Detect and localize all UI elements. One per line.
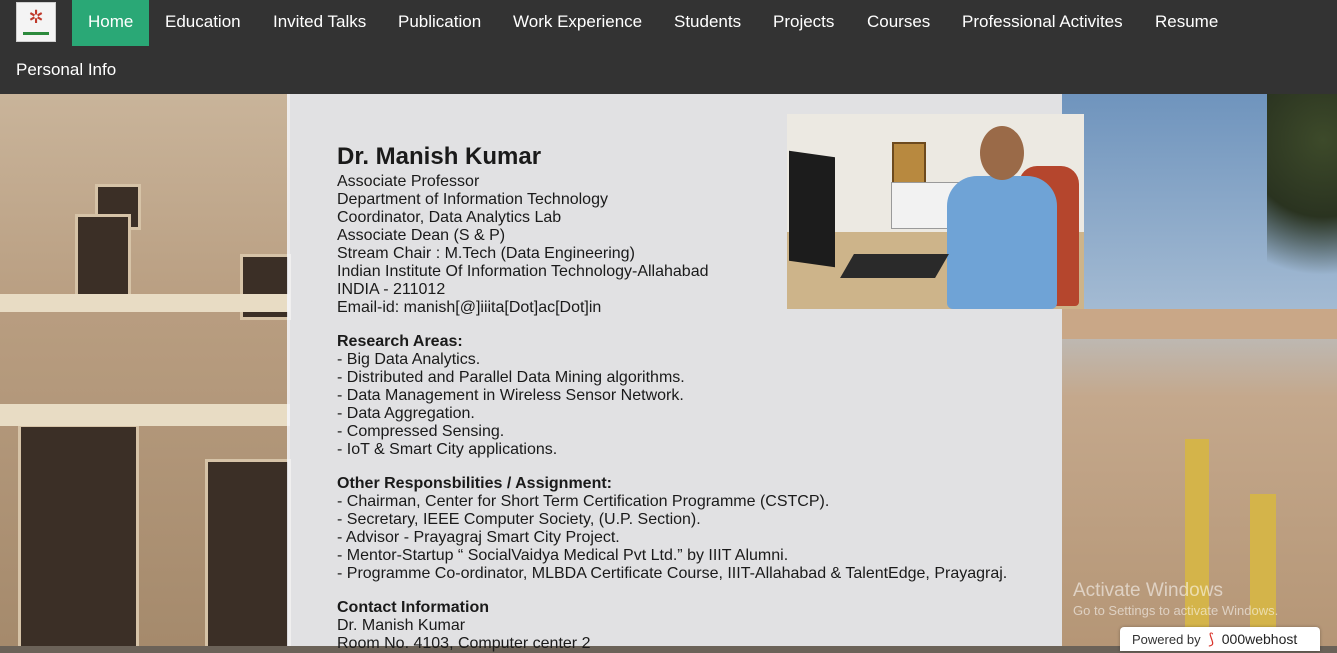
profile-line: Associate Professor: [337, 173, 480, 190]
responsibility-item: - Programme Co-ordinator, MLBDA Certific…: [337, 565, 1008, 582]
institute-logo[interactable]: ✲: [16, 2, 56, 42]
profile-line: Indian Institute Of Information Technolo…: [337, 263, 709, 280]
research-item: - Data Aggregation.: [337, 405, 475, 422]
research-item: - IoT & Smart City applications.: [337, 441, 558, 458]
profile-line: Stream Chair : M.Tech (Data Engineering): [337, 245, 635, 262]
profile-email: Email-id: manish[@]iiita[Dot]ac[Dot]in: [337, 299, 602, 316]
watermark-subtitle: Go to Settings to activate Windows.: [1073, 603, 1279, 618]
webhost-logo-icon: ⟆: [1208, 631, 1215, 648]
responsibility-item: - Mentor-Startup “ SocialVaidya Medical …: [337, 547, 789, 564]
research-areas-heading: Research Areas:: [337, 333, 463, 350]
nav-work-experience[interactable]: Work Experience: [497, 0, 658, 46]
responsibility-item: - Secretary, IEEE Computer Society, (U.P…: [337, 511, 701, 528]
responsibility-item: - Chairman, Center for Short Term Certif…: [337, 493, 830, 510]
profile-name: Dr. Manish Kumar: [337, 143, 542, 170]
profile-line: INDIA - 211012: [337, 281, 446, 298]
responsibility-item: - Advisor - Prayagraj Smart City Project…: [337, 529, 620, 546]
watermark-title: Activate Windows: [1073, 580, 1223, 601]
contact-item: Room No. 4103, Computer center 2: [337, 635, 591, 652]
contact-item: Dr. Manish Kumar: [337, 617, 466, 634]
nav-personal-info[interactable]: Personal Info: [0, 48, 132, 94]
nav-professional-activites[interactable]: Professional Activites: [946, 0, 1139, 46]
powered-by-label: Powered by: [1132, 632, 1201, 647]
powered-by-badge[interactable]: Powered by ⟆ 000webhost: [1120, 627, 1320, 651]
activate-windows-watermark: Activate Windows Go to Settings to activ…: [1073, 580, 1278, 620]
research-item: - Data Management in Wireless Sensor Net…: [337, 387, 684, 404]
research-item: - Big Data Analytics.: [337, 351, 481, 368]
profile-line: Associate Dean (S & P): [337, 227, 506, 244]
responsibilities-heading: Other Responsbilities / Assignment:: [337, 475, 613, 492]
logo-emblem-icon: ✲: [28, 7, 44, 28]
profile-line: Department of Information Technology: [337, 191, 608, 208]
research-item: - Distributed and Parallel Data Mining a…: [337, 369, 685, 386]
nav-resume[interactable]: Resume: [1139, 0, 1234, 46]
nav-projects[interactable]: Projects: [757, 0, 850, 46]
powered-by-brand: 000webhost: [1221, 631, 1298, 647]
contact-heading: Contact Information: [337, 599, 489, 616]
research-item: - Compressed Sensing.: [337, 423, 505, 440]
nav-students[interactable]: Students: [658, 0, 757, 46]
nav-home[interactable]: Home: [72, 0, 150, 46]
nav-courses[interactable]: Courses: [851, 0, 946, 46]
nav-invited-talks[interactable]: Invited Talks: [257, 0, 382, 46]
profile-content: Dr. Manish Kumar Associate Professor Dep…: [337, 142, 1037, 653]
nav-publication[interactable]: Publication: [382, 0, 497, 46]
profile-line: Coordinator, Data Analytics Lab: [337, 209, 562, 226]
nav-education[interactable]: Education: [149, 0, 257, 46]
top-navbar: ✲ Home Education Invited Talks Publicati…: [0, 0, 1337, 94]
